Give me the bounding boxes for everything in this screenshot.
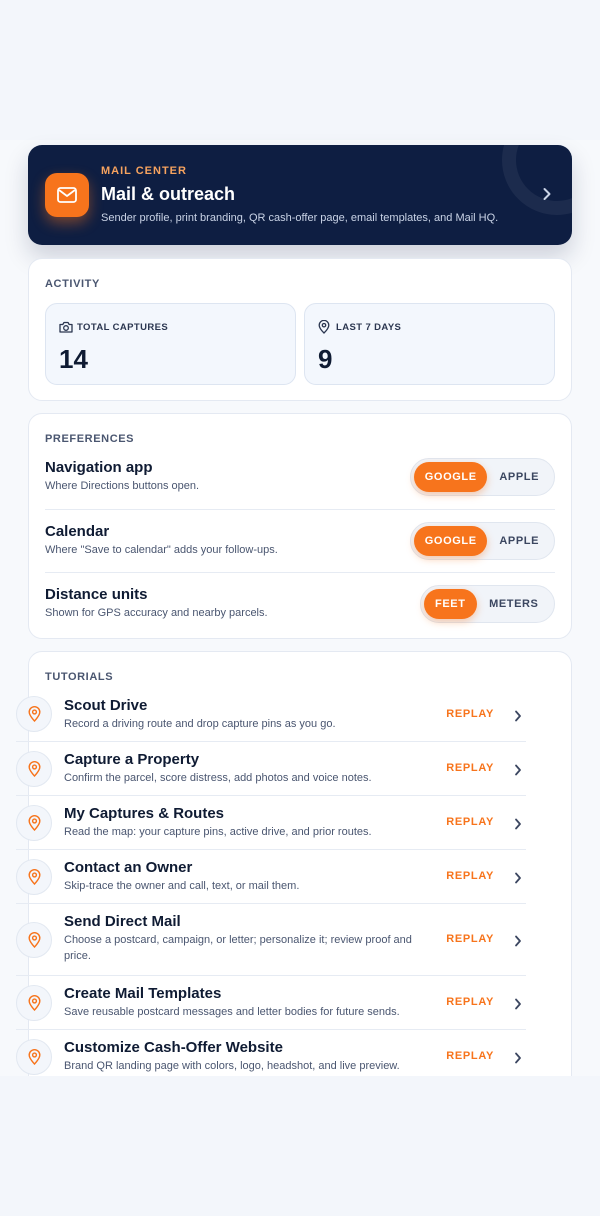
option-google[interactable]: GOOGLE [414, 526, 488, 556]
tutorial-description: Confirm the parcel, score distress, add … [64, 772, 372, 784]
option-apple[interactable]: APPLE [487, 526, 551, 556]
map-pin-icon [318, 319, 330, 339]
map-pin-icon [16, 751, 52, 787]
chevron-right-icon[interactable] [514, 763, 522, 781]
tutorial-row[interactable]: Scout Drive Record a driving route and dr… [16, 690, 526, 742]
mail-center-eyebrow: MAIL CENTER [101, 165, 187, 177]
tutorial-title: Send Direct Mail [64, 913, 181, 930]
tutorial-row[interactable]: Send Direct Mail Choose a postcard, campa… [16, 904, 526, 976]
pref-subtitle: Shown for GPS accuracy and nearby parcel… [45, 607, 268, 619]
option-meters[interactable]: METERS [477, 589, 551, 619]
bottom-background [0, 1076, 600, 1216]
tutorial-row[interactable]: Capture a Property Confirm the parcel, sc… [16, 742, 526, 796]
preferences-title: PREFERENCES [45, 433, 135, 445]
tutorial-title: Contact an Owner [64, 859, 193, 876]
pref-subtitle: Where "Save to calendar" adds your follo… [45, 544, 278, 556]
stat-value: 9 [318, 344, 333, 374]
replay-button[interactable]: REPLAY [446, 708, 494, 720]
chevron-right-icon[interactable] [514, 709, 522, 727]
tutorial-title: Scout Drive [64, 697, 148, 714]
chevron-right-icon[interactable] [514, 817, 522, 835]
chevron-right-icon[interactable] [514, 1051, 522, 1069]
tutorial-title: Customize Cash-Offer Website [64, 1039, 283, 1056]
stat-label: LAST 7 DAYS [336, 322, 402, 333]
replay-button[interactable]: REPLAY [446, 816, 494, 828]
tutorial-row[interactable]: Contact an Owner Skip-trace the owner and… [16, 850, 526, 904]
mail-icon [45, 173, 89, 217]
replay-button[interactable]: REPLAY [446, 996, 494, 1008]
tutorial-row[interactable]: Customize Cash-Offer Website Brand QR lan… [16, 1030, 526, 1076]
stat-label: TOTAL CAPTURES [77, 322, 169, 333]
tutorial-row[interactable]: Create Mail Templates Save reusable postc… [16, 976, 526, 1030]
stat-total-captures: TOTAL CAPTURES 14 [45, 303, 296, 385]
tutorials-title: TUTORIALS [45, 671, 114, 683]
preferences-card: PREFERENCES Navigation app Where Directi… [28, 413, 572, 639]
tutorial-description: Record a driving route and drop capture … [64, 718, 336, 730]
tutorial-title: Create Mail Templates [64, 985, 222, 1002]
tutorial-description: Brand QR landing page with colors, logo,… [64, 1060, 400, 1072]
tutorial-row[interactable]: My Captures & Routes Read the map: your c… [16, 796, 526, 850]
tutorial-title: Capture a Property [64, 751, 200, 768]
map-pin-icon [16, 922, 52, 958]
tutorial-description: Skip-trace the owner and call, text, or … [64, 880, 300, 892]
replay-button[interactable]: REPLAY [446, 1050, 494, 1062]
option-google[interactable]: GOOGLE [414, 462, 488, 492]
pref-subtitle: Where Directions buttons open. [45, 480, 200, 492]
stat-value: 14 [59, 344, 88, 374]
camera-icon [59, 320, 73, 338]
pref-title: Navigation app [45, 459, 153, 476]
option-feet[interactable]: FEET [424, 589, 477, 619]
replay-button[interactable]: REPLAY [446, 870, 494, 882]
map-pin-icon [16, 985, 52, 1021]
pref-calendar: Calendar Where "Save to calendar" adds y… [45, 509, 555, 572]
mail-center-title: Mail & outreach [101, 184, 236, 204]
tutorial-title: My Captures & Routes [64, 805, 225, 822]
activity-title: ACTIVITY [45, 278, 100, 290]
replay-button[interactable]: REPLAY [446, 762, 494, 774]
activity-card: ACTIVITY TOTAL CAPTURES 14 LAST 7 DAYS 9 [28, 258, 572, 401]
chevron-right-icon[interactable] [514, 871, 522, 889]
navigation-app-toggle[interactable]: GOOGLE APPLE [410, 458, 555, 496]
calendar-toggle[interactable]: GOOGLE APPLE [410, 522, 555, 560]
distance-units-toggle[interactable]: FEET METERS [420, 585, 555, 623]
map-pin-icon [16, 696, 52, 732]
mail-center-subtitle: Sender profile, print branding, QR cash-… [101, 212, 499, 224]
pref-title: Calendar [45, 523, 110, 540]
pref-distance-units: Distance units Shown for GPS accuracy an… [45, 572, 555, 635]
tutorial-description: Choose a postcard, campaign, or letter; … [64, 934, 412, 962]
map-pin-icon [16, 1039, 52, 1075]
pref-title: Distance units [45, 586, 148, 603]
decorative-ring [502, 145, 572, 215]
chevron-right-icon[interactable] [514, 997, 522, 1015]
option-apple[interactable]: APPLE [487, 462, 551, 492]
chevron-right-icon [542, 187, 552, 206]
pref-navigation-app: Navigation app Where Directions buttons … [45, 446, 555, 509]
tutorial-description: Read the map: your capture pins, active … [64, 826, 372, 838]
stat-last-7-days: LAST 7 DAYS 9 [304, 303, 555, 385]
replay-button[interactable]: REPLAY [446, 933, 494, 945]
map-pin-icon [16, 805, 52, 841]
chevron-right-icon[interactable] [514, 934, 522, 952]
map-pin-icon [16, 859, 52, 895]
tutorial-description: Save reusable postcard messages and lett… [64, 1006, 400, 1018]
mail-center-card[interactable]: MAIL CENTER Mail & outreach Sender profi… [28, 145, 572, 245]
